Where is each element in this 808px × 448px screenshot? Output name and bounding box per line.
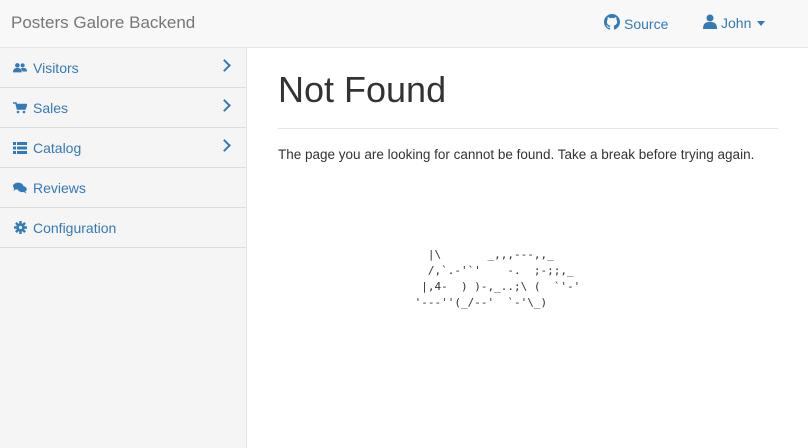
sidebar-item-label: Reviews [33,179,86,196]
chevron-right-icon [218,139,231,152]
page-title: Not Found [278,69,447,110]
user-name: John [721,15,752,31]
source-label: Source [624,15,669,32]
users-icon [13,61,27,75]
comments-icon [13,181,27,195]
user-icon [703,14,717,32]
sidebar-item-configuration[interactable]: Configuration [0,208,246,248]
github-icon [604,14,620,33]
title-divider [278,128,778,129]
cart-icon [13,101,27,115]
not-found-message: The page you are looking for cannot be f… [278,147,755,162]
sidebar-item-label: Configuration [33,219,117,236]
sidebar-item-label: Catalog [33,139,82,156]
chevron-right-icon [218,59,231,72]
chevron-right-icon [218,99,231,112]
top-navbar: Posters Galore Backend Source John [0,0,808,48]
list-icon [13,141,27,155]
sidebar-item-label: Sales [33,99,69,116]
ascii-cat-art: |\ _,,,---,,_ /,`.-'`' -. ;-;;,_ |,4- ) … [414,248,581,309]
caret-down-icon [757,20,766,26]
sidebar-item-visitors[interactable]: Visitors [0,48,246,88]
sidebar-item-catalog[interactable]: Catalog [0,128,246,168]
sidebar-item-label: Visitors [33,59,79,76]
sidebar: Visitors Sales Catalog Reviews Configura… [0,48,247,448]
cog-icon [13,221,27,235]
sidebar-item-reviews[interactable]: Reviews [0,168,246,208]
main-content: Not Found The page you are looking for c… [278,48,778,309]
app-brand[interactable]: Posters Galore Backend [11,13,195,33]
source-link[interactable]: Source [604,14,668,33]
sidebar-item-sales[interactable]: Sales [0,88,246,128]
user-menu[interactable]: John [703,14,766,32]
